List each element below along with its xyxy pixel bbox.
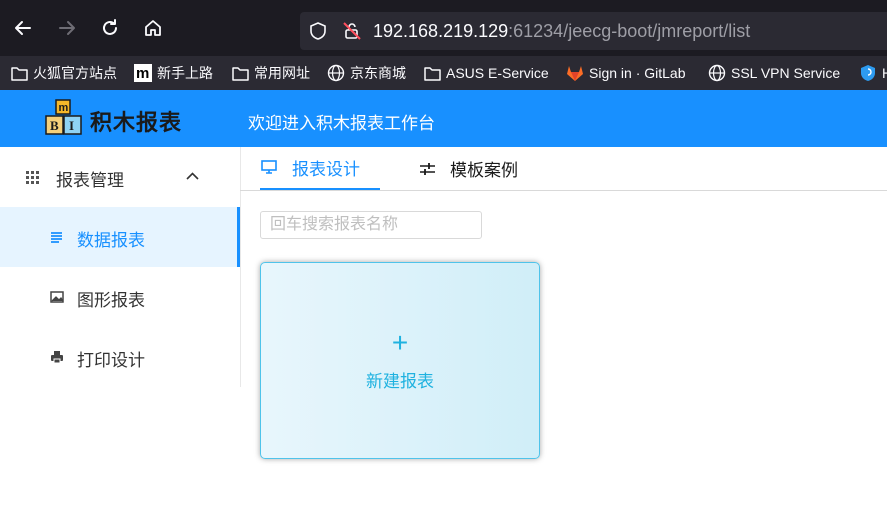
reload-button[interactable] — [98, 16, 122, 40]
sidebar-item-data-report[interactable]: 数据报表 — [0, 207, 240, 267]
list-icon — [51, 232, 62, 243]
bookmark-item[interactable]: ASUS E-Service — [423, 63, 549, 83]
tabs-bar: 报表设计 模板案例 — [240, 147, 887, 191]
new-report-card[interactable]: + 新建报表 — [260, 262, 540, 459]
tab-report-design[interactable]: 报表设计 — [260, 147, 380, 190]
shield-icon[interactable] — [309, 22, 327, 40]
sidebar-item-label: 图形报表 — [77, 291, 145, 310]
image-icon — [50, 291, 64, 303]
bookmark-item[interactable]: H — [859, 63, 887, 83]
bookmark-label: 火狐官方站点 — [33, 65, 117, 81]
bookmark-label: 常用网址 — [254, 65, 310, 81]
menu-group-report-management[interactable]: 报表管理 — [0, 147, 240, 207]
tab-label: 模板案例 — [450, 161, 518, 180]
plus-icon: + — [391, 327, 409, 358]
m-logo-icon: m — [134, 64, 152, 82]
bookmark-label: H — [882, 65, 887, 81]
bookmark-item[interactable]: Sign in · GitLab — [566, 63, 686, 83]
browser-toolbar: 192.168.219.129:61234/jeecg-boot/jmrepor… — [0, 0, 887, 56]
bookmark-item[interactable]: m 新手上路 — [134, 63, 213, 83]
chevron-up-icon[interactable] — [186, 172, 199, 181]
sliders-icon — [418, 160, 436, 178]
folder-icon — [423, 64, 441, 82]
tab-template-cases[interactable]: 模板案例 — [418, 147, 518, 190]
gitlab-icon — [566, 64, 584, 82]
url-bar[interactable]: 192.168.219.129:61234/jeecg-boot/jmrepor… — [300, 12, 887, 50]
svg-text:B: B — [50, 118, 59, 133]
welcome-text: 欢迎进入积木报表工作台 — [248, 114, 435, 133]
bookmark-label: 京东商城 — [350, 65, 406, 81]
back-button[interactable] — [11, 16, 35, 40]
bookmark-item[interactable]: 火狐官方站点 — [10, 63, 117, 83]
printer-icon — [51, 351, 63, 364]
bookmark-label: SSL VPN Service — [731, 65, 841, 81]
svg-text:m: m — [59, 102, 69, 114]
grid-icon — [26, 171, 39, 184]
bookmark-label: 新手上路 — [157, 65, 213, 81]
app-header: m B I 积木报表 欢迎进入积木报表工作台 — [0, 90, 887, 147]
report-search-input[interactable] — [260, 211, 482, 239]
folder-icon — [10, 64, 28, 82]
arrow-left-icon — [15, 21, 31, 35]
sidebar-item-chart-report[interactable]: 图形报表 — [0, 267, 240, 327]
url-text[interactable]: 192.168.219.129:61234/jeecg-boot/jmrepor… — [373, 21, 750, 42]
arrow-right-icon — [59, 21, 75, 35]
new-report-label: 新建报表 — [366, 372, 434, 391]
sidebar-item-label: 数据报表 — [77, 231, 145, 250]
home-button[interactable] — [141, 16, 165, 40]
svg-text:m: m — [136, 65, 149, 82]
svg-text:I: I — [69, 118, 74, 133]
bookmark-label: Sign in · GitLab — [589, 65, 686, 81]
bookmark-item[interactable]: 常用网址 — [231, 63, 310, 83]
globe-icon — [327, 64, 345, 82]
logo-icon: m B I — [45, 99, 82, 135]
sidebar: 报表管理 数据报表 图形报表 打印设计 — [0, 147, 241, 387]
bookmark-item[interactable]: SSL VPN Service — [708, 63, 840, 83]
shield-icon — [859, 64, 877, 82]
bookmarks-bar: 火狐官方站点 m 新手上路 常用网址 京东商城 ASUS E-Service S… — [0, 56, 887, 90]
tab-label: 报表设计 — [292, 160, 360, 179]
menu-group-label: 报表管理 — [56, 171, 124, 190]
bookmark-label: ASUS E-Service — [446, 65, 549, 81]
reload-icon — [103, 19, 117, 35]
bookmark-item[interactable]: 京东商城 — [327, 63, 406, 83]
monitor-icon — [260, 159, 278, 177]
insecure-lock-icon[interactable] — [342, 21, 362, 41]
folder-icon — [231, 64, 249, 82]
home-icon — [145, 20, 161, 36]
forward-button[interactable] — [55, 16, 79, 40]
logo-text: 积木报表 — [90, 110, 183, 135]
sidebar-item-print-design[interactable]: 打印设计 — [0, 327, 240, 387]
sidebar-item-label: 打印设计 — [77, 351, 145, 370]
globe-icon — [708, 64, 726, 82]
